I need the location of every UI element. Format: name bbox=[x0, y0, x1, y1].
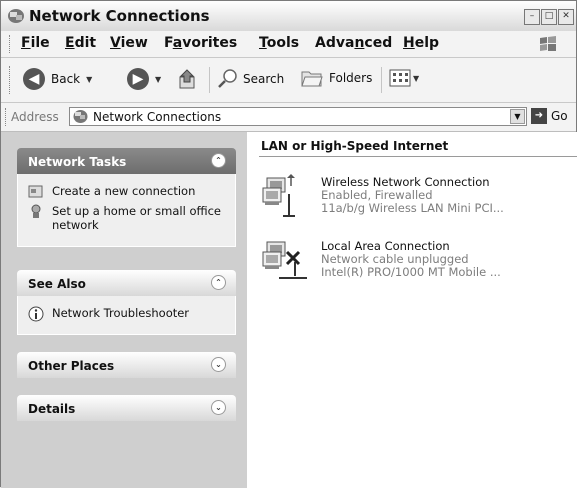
back-button[interactable]: ◀ Back ▼ bbox=[23, 68, 92, 90]
other-places-header[interactable]: Other Places ⌄ bbox=[17, 352, 236, 378]
go-button[interactable]: ➜ Go bbox=[531, 108, 568, 124]
menu-bar: File Edit View Favorites Tools Advanced … bbox=[1, 31, 576, 58]
task-label: Create a new connection bbox=[52, 184, 196, 198]
up-folder-icon[interactable] bbox=[177, 68, 199, 90]
forward-arrow-icon: ▶ bbox=[127, 68, 149, 90]
go-label: Go bbox=[551, 109, 568, 123]
lan-connection-icon bbox=[262, 241, 307, 279]
menu-file[interactable]: File bbox=[21, 35, 50, 51]
connection-device: 11a/b/g Wireless LAN Mini PCI... bbox=[321, 201, 504, 215]
task-create-connection[interactable]: Create a new connection bbox=[18, 184, 235, 198]
explorer-window: Network Connections – □ ✕ File Edit View F… bbox=[0, 0, 577, 488]
other-places-panel: Other Places ⌄ bbox=[17, 352, 236, 378]
network-connections-icon bbox=[73, 110, 88, 123]
menu-favorites[interactable]: Favorites bbox=[164, 35, 237, 51]
content-pane: LAN or High-Speed Internet Wireless Netw… bbox=[247, 132, 577, 488]
maximize-button[interactable]: □ bbox=[541, 9, 557, 25]
task-network-troubleshooter[interactable]: Network Troubleshooter bbox=[18, 306, 235, 322]
other-places-title: Other Places bbox=[28, 359, 115, 373]
title-bar[interactable]: Network Connections – □ ✕ bbox=[1, 1, 576, 32]
search-label: Search bbox=[243, 72, 285, 86]
search-icon bbox=[218, 69, 237, 88]
menu-view[interactable]: View bbox=[110, 35, 148, 51]
address-label: Address bbox=[11, 110, 59, 124]
standard-toolbar: ◀ Back ▼ ▶ ▼ Search Folders ▼ bbox=[1, 58, 576, 103]
network-tasks-header[interactable]: Network Tasks ⌃ bbox=[17, 148, 236, 174]
group-title: LAN or High-Speed Internet bbox=[261, 139, 449, 153]
search-button[interactable]: Search bbox=[217, 68, 284, 90]
back-label: Back bbox=[51, 72, 81, 86]
new-connection-icon bbox=[28, 185, 43, 198]
home-network-icon bbox=[31, 204, 41, 218]
minimize-button[interactable]: – bbox=[524, 9, 540, 25]
back-arrow-icon: ◀ bbox=[23, 68, 45, 90]
network-connections-icon bbox=[8, 9, 24, 23]
forward-button[interactable]: ▶ ▼ bbox=[127, 68, 161, 90]
group-divider bbox=[259, 156, 577, 157]
expand-chevron-icon[interactable]: ⌄ bbox=[211, 357, 226, 372]
window-title: Network Connections bbox=[29, 7, 210, 25]
see-also-title: See Also bbox=[28, 277, 86, 291]
see-also-header[interactable]: See Also ⌃ bbox=[17, 270, 236, 296]
details-panel: Details ⌄ bbox=[17, 395, 236, 421]
menubar-grip[interactable] bbox=[9, 35, 12, 53]
address-value: Network Connections bbox=[93, 110, 222, 124]
toolbar-grip[interactable] bbox=[9, 66, 12, 94]
chevron-down-icon: ▼ bbox=[86, 74, 93, 84]
connection-local-area[interactable]: Local Area Connection Network cable unpl… bbox=[261, 236, 577, 292]
network-tasks-title: Network Tasks bbox=[28, 155, 127, 169]
go-arrow-icon: ➜ bbox=[531, 108, 547, 124]
menu-edit[interactable]: Edit bbox=[65, 35, 96, 51]
close-button[interactable]: ✕ bbox=[558, 9, 574, 25]
task-label: Set up a home or small office network bbox=[52, 204, 222, 232]
details-header[interactable]: Details ⌄ bbox=[17, 395, 236, 421]
details-title: Details bbox=[28, 402, 76, 416]
chevron-down-icon: ▼ bbox=[155, 74, 162, 84]
connection-wireless[interactable]: Wireless Network Connection Enabled, Fir… bbox=[261, 172, 577, 228]
chevron-down-icon: ▼ bbox=[413, 73, 420, 83]
expand-chevron-icon[interactable]: ⌄ bbox=[211, 400, 226, 415]
addressbar-grip[interactable] bbox=[5, 108, 8, 126]
info-icon bbox=[28, 306, 44, 322]
see-also-panel: See Also ⌃ Network Troubleshooter bbox=[17, 270, 236, 335]
task-pane: Network Tasks ⌃ Create a new connection bbox=[1, 132, 247, 488]
folder-icon bbox=[301, 71, 323, 87]
collapse-chevron-icon[interactable]: ⌃ bbox=[211, 275, 226, 290]
menu-advanced[interactable]: Advanced bbox=[315, 35, 392, 51]
menu-help[interactable]: Help bbox=[403, 35, 439, 51]
folders-label: Folders bbox=[329, 71, 373, 85]
folders-button[interactable]: Folders bbox=[301, 68, 372, 88]
views-button[interactable]: ▼ bbox=[389, 68, 419, 88]
address-dropdown-button[interactable]: ▼ bbox=[510, 109, 525, 124]
collapse-chevron-icon[interactable]: ⌃ bbox=[211, 153, 226, 168]
connection-device: Intel(R) PRO/1000 MT Mobile ... bbox=[321, 265, 501, 279]
wireless-connection-icon bbox=[262, 174, 295, 217]
menu-tools[interactable]: Tools bbox=[259, 35, 299, 51]
windows-logo-icon bbox=[540, 36, 556, 51]
task-home-network[interactable]: Set up a home or small office network bbox=[18, 204, 235, 232]
task-label: Network Troubleshooter bbox=[52, 306, 190, 320]
address-bar: Address Network Connections ▼ ➜ Go bbox=[1, 103, 576, 132]
address-input[interactable]: Network Connections ▼ bbox=[69, 107, 527, 126]
network-tasks-panel: Network Tasks ⌃ Create a new connection bbox=[17, 148, 236, 247]
views-grid-icon bbox=[389, 69, 411, 87]
